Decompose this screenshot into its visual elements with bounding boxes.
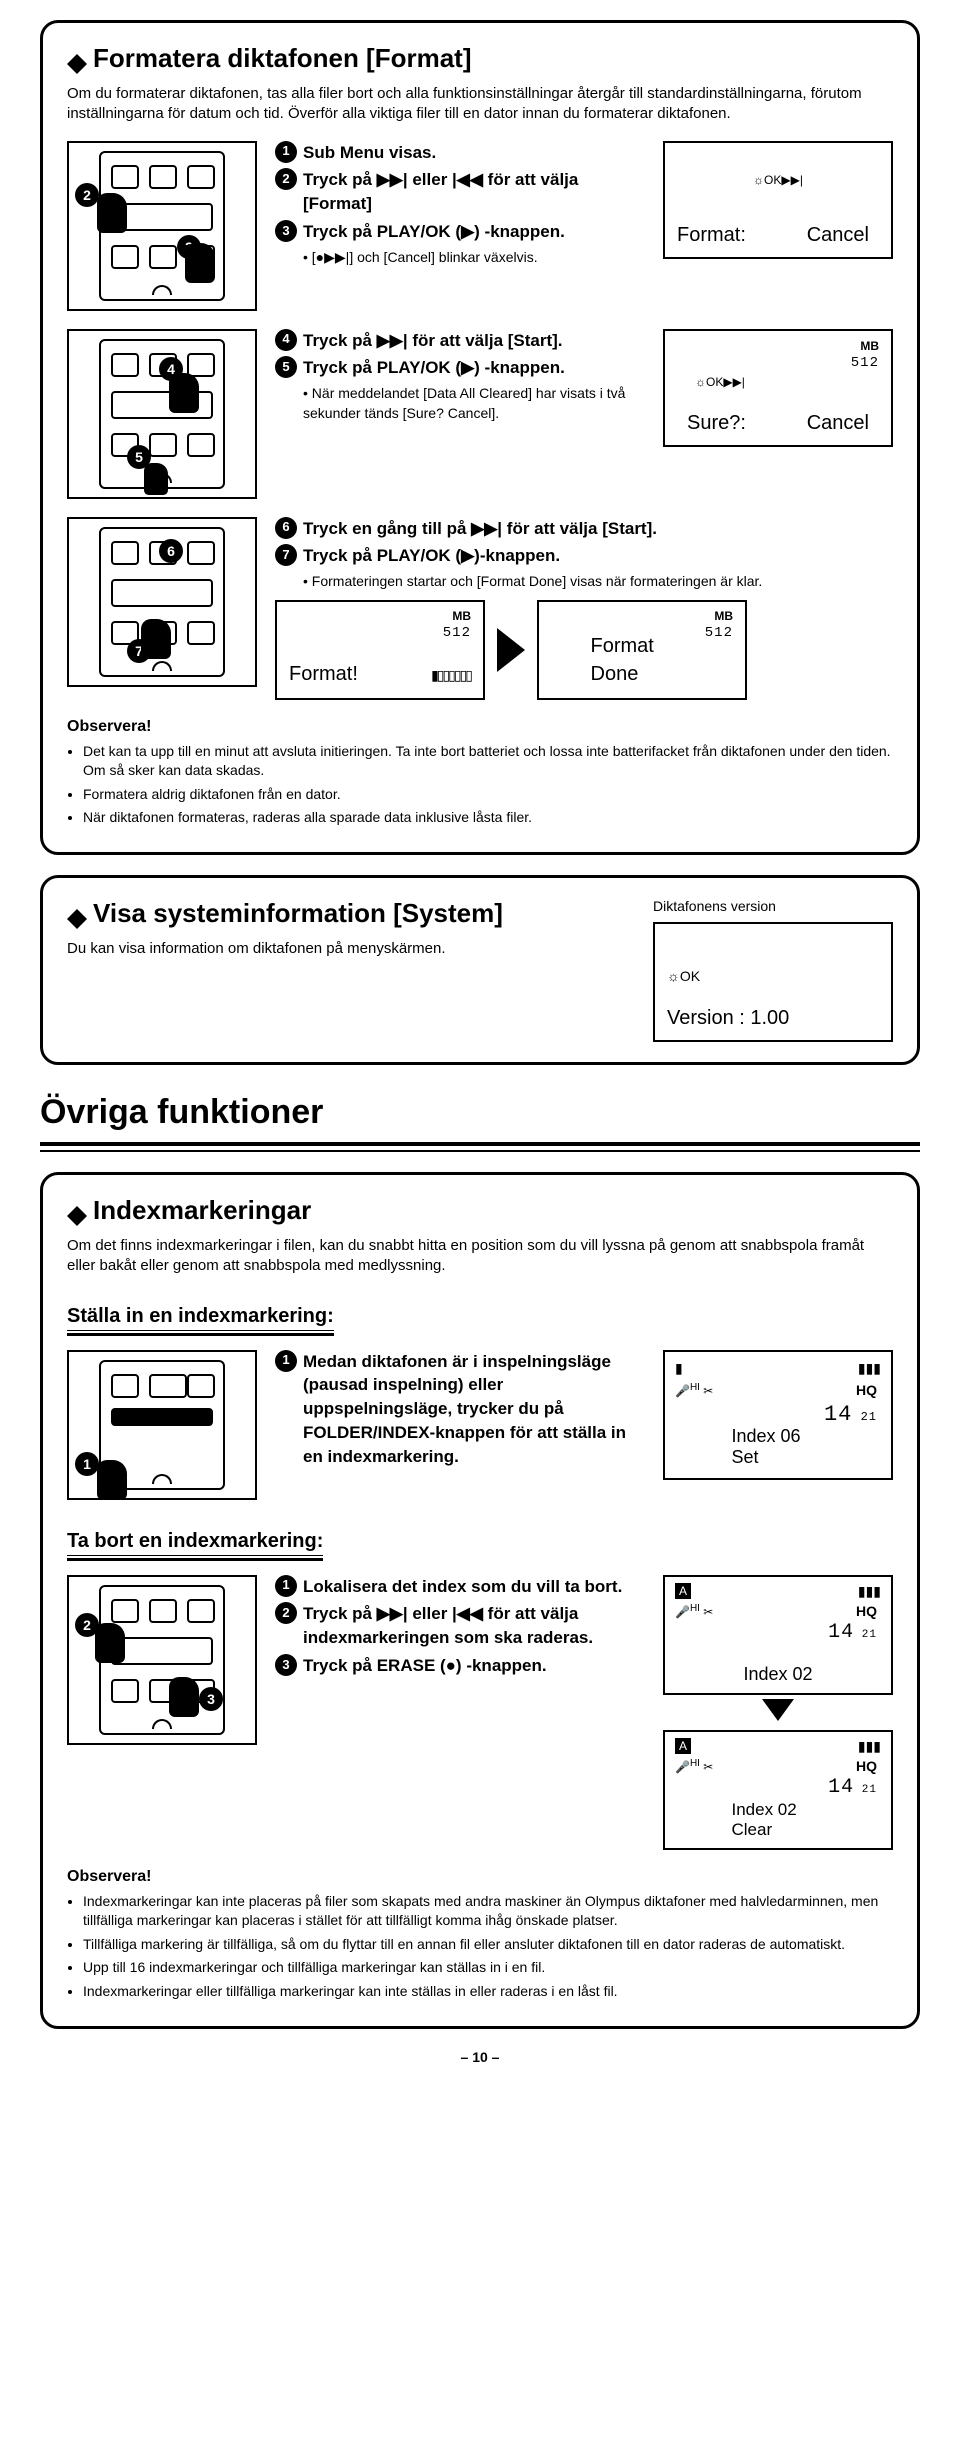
index-observe-list: Indexmarkeringar kan inte placeras på fi…	[67, 1892, 893, 2002]
hand-icon	[97, 193, 127, 233]
step-num-4: 4	[275, 329, 297, 351]
step-num-1: 1	[275, 141, 297, 163]
battery-icon: ▮▮▮	[858, 1360, 881, 1377]
step-num-6: 6	[275, 517, 297, 539]
format-observe-title: Observera!	[67, 718, 893, 736]
format-intro: Om du formaterar diktafonen, tas alla fi…	[67, 84, 893, 125]
hand-icon	[185, 243, 215, 283]
step-num-1: 1	[275, 1350, 297, 1372]
format-steps-1-3: 1Sub Menu visas. 2Tryck på ▶▶| eller |◀◀…	[275, 141, 645, 311]
system-section: Visa systeminformation [System] Du kan v…	[40, 875, 920, 1065]
format-steps-6-7: 6Tryck en gång till på ▶▶| för att välja…	[275, 517, 893, 700]
step-num-2: 2	[275, 168, 297, 190]
ok-icon: ☼OK▶▶|	[695, 375, 745, 389]
index-title: Indexmarkeringar	[67, 1195, 893, 1226]
hand-icon	[95, 1623, 125, 1663]
progress-bar-icon: ▮▯▯▯▯▯▯	[431, 666, 471, 686]
del-index-row: 2 3 1Lokalisera det index som du vill ta…	[67, 1575, 893, 1850]
section-divider	[40, 1142, 920, 1152]
format-section: Formatera diktafonen [Format] Om du form…	[40, 20, 920, 855]
lcd-format-done: MB 512 Format Done	[537, 600, 747, 700]
ok-icon: ☼OK	[667, 968, 700, 984]
format-steps-4-5: 4Tryck på ▶▶| för att välja [Start]. 5Tr…	[275, 329, 645, 499]
diamond-icon	[67, 54, 87, 64]
time-readout: 14 21	[828, 1776, 877, 1799]
format-done-row: MB 512 Format! ▮▯▯▯▯▯▯ MB 512 Format Don…	[275, 600, 893, 700]
diamond-icon	[67, 909, 87, 919]
format-observe-list: Det kan ta upp till en minut att avsluta…	[67, 742, 893, 828]
lcd-index-02: A ▮▮▮ 🎤HI ✂ HQ 14 21 Index 02	[663, 1575, 893, 1695]
device-diagram-3: 6 7	[67, 517, 257, 687]
folder-a-icon: A	[675, 1738, 691, 1754]
hand-icon	[169, 373, 199, 413]
set-index-heading: Ställa in en indexmarkering:	[67, 1305, 334, 1336]
step-num-3: 3	[275, 1654, 297, 1676]
time-readout: 14 21	[824, 1402, 877, 1427]
step-num-7: 7	[275, 544, 297, 566]
mic-hi-icon: 🎤HI ✂	[675, 1603, 713, 1619]
lcd-index-set: ▮ ▮▮▮ 🎤HI ✂ HQ 14 21 Index 06 Set	[663, 1350, 893, 1480]
diamond-icon	[67, 1206, 87, 1216]
device-diagram-del: 2 3	[67, 1575, 257, 1745]
mic-hi-icon: 🎤HI ✂	[675, 1382, 713, 1398]
index-section: Indexmarkeringar Om det finns indexmarke…	[40, 1172, 920, 2028]
lcd-index-02-clear: A ▮▮▮ 🎤HI ✂ HQ 14 21 Index 02 Clear	[663, 1730, 893, 1850]
index-intro: Om det finns indexmarkeringar i filen, k…	[67, 1236, 893, 1277]
del-index-text: 1Lokalisera det index som du vill ta bor…	[275, 1575, 645, 1850]
device-diagram-2: 4 5	[67, 329, 257, 499]
lcd-index-del-stack: A ▮▮▮ 🎤HI ✂ HQ 14 21 Index 02 A ▮▮▮ 🎤HI …	[663, 1575, 893, 1850]
system-caption: Diktafonens version	[653, 898, 893, 914]
format-row-1: 2 3 1Sub Menu visas. 2Tryck på ▶▶| eller…	[67, 141, 893, 311]
lcd-version: ☼OK Version : 1.00	[653, 922, 893, 1042]
step-num-5: 5	[275, 356, 297, 378]
hand-icon	[144, 463, 168, 495]
callout-1: 1	[75, 1452, 99, 1476]
device-diagram-set: 1	[67, 1350, 257, 1500]
lcd-sure-cancel: MB 512 ☼OK▶▶| Sure?: Cancel	[663, 329, 893, 447]
ok-icon: ☼OK▶▶|	[753, 173, 803, 187]
battery-icon: ▮▮▮	[858, 1583, 881, 1600]
lcd-format-running: MB 512 Format! ▮▯▯▯▯▯▯	[275, 600, 485, 700]
format-title: Formatera diktafonen [Format]	[67, 43, 893, 74]
step-num-2: 2	[275, 1602, 297, 1624]
arrow-right-icon	[497, 628, 525, 672]
format-row-3: 6 7 6Tryck en gång till på ▶▶| för att v…	[67, 517, 893, 700]
set-index-text: 1Medan diktafonen är i inspelningsläge (…	[275, 1350, 645, 1500]
device-diagram-1: 2 3	[67, 141, 257, 311]
index-observe-title: Observera!	[67, 1868, 893, 1886]
hand-icon	[97, 1460, 127, 1500]
lcd-format-cancel: ☼OK▶▶| Format: Cancel	[663, 141, 893, 259]
set-index-row: 1 1Medan diktafonen är i inspelningsläge…	[67, 1350, 893, 1500]
system-intro: Du kan visa information om diktafonen på…	[67, 939, 623, 959]
folder-a-icon: A	[675, 1583, 691, 1599]
hand-icon	[141, 619, 171, 659]
other-functions-title: Övriga funktioner	[40, 1093, 920, 1132]
time-readout: 14 21	[828, 1621, 877, 1644]
del-index-heading: Ta bort en indexmarkering:	[67, 1530, 323, 1561]
mic-hi-icon: 🎤HI ✂	[675, 1758, 713, 1774]
folder-icon: ▮	[675, 1360, 683, 1377]
hand-icon	[169, 1677, 199, 1717]
callout-3: 3	[199, 1687, 223, 1711]
arrow-down-icon	[762, 1699, 794, 1721]
page-number: – 10 –	[40, 2049, 920, 2065]
system-title: Visa systeminformation [System]	[67, 898, 623, 929]
callout-2: 2	[75, 183, 99, 207]
battery-icon: ▮▮▮	[858, 1738, 881, 1755]
format-title-text: Formatera diktafonen [Format]	[93, 43, 472, 74]
callout-6: 6	[159, 539, 183, 563]
format-row-2: 4 5 4Tryck på ▶▶| för att välja [Start].…	[67, 329, 893, 499]
step-num-1: 1	[275, 1575, 297, 1597]
step-num-3: 3	[275, 220, 297, 242]
